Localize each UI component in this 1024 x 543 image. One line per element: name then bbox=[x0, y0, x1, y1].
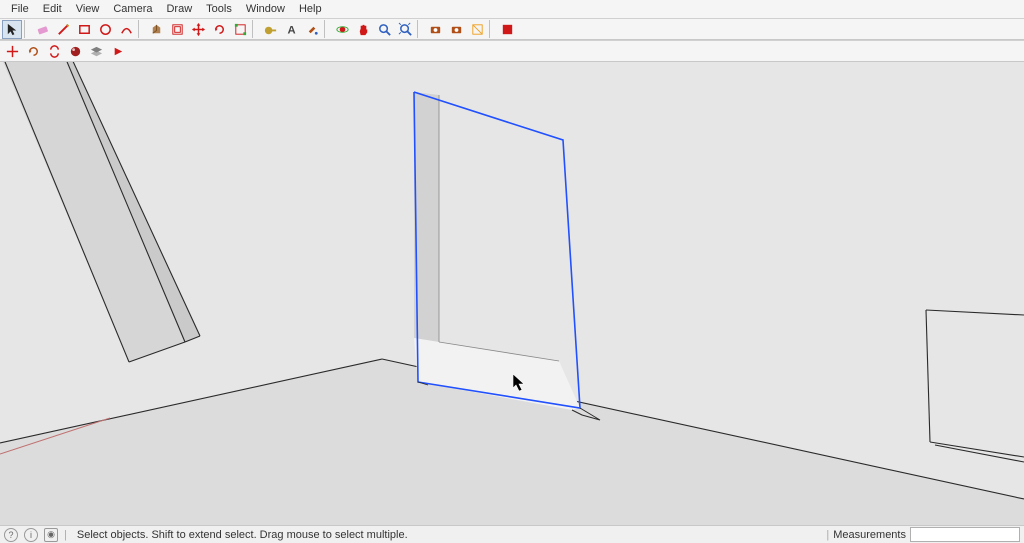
rotate-plugin[interactable] bbox=[23, 42, 43, 61]
toolbar-separator bbox=[252, 20, 258, 38]
status-hint: Select objects. Shift to extend select. … bbox=[77, 529, 408, 541]
tape-tool-icon bbox=[263, 22, 278, 37]
camera-previous[interactable] bbox=[425, 20, 445, 39]
rectangle-tool[interactable] bbox=[74, 20, 94, 39]
sync-tool[interactable] bbox=[44, 42, 64, 61]
animate-tool[interactable] bbox=[107, 42, 127, 61]
pushpull-tool[interactable] bbox=[146, 20, 166, 39]
secondary-toolbar bbox=[0, 40, 1024, 62]
camera-next[interactable] bbox=[446, 20, 466, 39]
tape-tool[interactable] bbox=[260, 20, 280, 39]
menu-camera[interactable]: Camera bbox=[106, 2, 159, 16]
main-toolbar: A bbox=[0, 18, 1024, 40]
section-tool-icon bbox=[470, 22, 485, 37]
pan-tool[interactable] bbox=[353, 20, 373, 39]
arc-tool[interactable] bbox=[116, 20, 136, 39]
text-tool[interactable]: A bbox=[281, 20, 301, 39]
eraser-tool[interactable] bbox=[32, 20, 52, 39]
plugin-tool[interactable] bbox=[497, 20, 517, 39]
menu-draw[interactable]: Draw bbox=[159, 2, 199, 16]
rotate-plugin-icon bbox=[26, 44, 41, 59]
toolbar-separator bbox=[138, 20, 144, 38]
menu-edit[interactable]: Edit bbox=[36, 2, 69, 16]
info-icon[interactable]: i bbox=[24, 528, 38, 542]
scale-tool[interactable] bbox=[230, 20, 250, 39]
circle-tool-icon bbox=[98, 22, 113, 37]
viewport-3d[interactable]: TripleClick www.designerhacks.com bbox=[0, 62, 1024, 525]
eraser-tool-icon bbox=[35, 22, 50, 37]
align-tool-icon bbox=[5, 44, 20, 59]
camera-next-icon bbox=[449, 22, 464, 37]
model-canvas bbox=[0, 62, 1024, 525]
offset-tool[interactable] bbox=[167, 20, 187, 39]
menu-bar: File Edit View Camera Draw Tools Window … bbox=[0, 0, 1024, 18]
scale-tool-icon bbox=[233, 22, 248, 37]
rectangle-tool-icon bbox=[77, 22, 92, 37]
status-right: | Measurements bbox=[826, 527, 1020, 542]
rotate-tool[interactable] bbox=[209, 20, 229, 39]
help-icon[interactable]: ? bbox=[4, 528, 18, 542]
toolbar-separator bbox=[417, 20, 423, 38]
layers-tool-icon bbox=[89, 44, 104, 59]
rotate-tool-icon bbox=[212, 22, 227, 37]
toolbar-separator bbox=[24, 20, 30, 38]
menu-view[interactable]: View bbox=[69, 2, 107, 16]
toolbar-separator bbox=[489, 20, 495, 38]
move-tool[interactable] bbox=[188, 20, 208, 39]
render-tool[interactable] bbox=[65, 42, 85, 61]
pencil-tool-icon bbox=[56, 22, 71, 37]
text-tool-icon: A bbox=[284, 22, 299, 37]
sync-tool-icon bbox=[47, 44, 62, 59]
zoom-tool-icon bbox=[377, 22, 392, 37]
render-tool-icon bbox=[68, 44, 83, 59]
measurements-label: Measurements bbox=[833, 529, 906, 541]
arc-tool-icon bbox=[119, 22, 134, 37]
plugin-tool-icon bbox=[500, 22, 515, 37]
orbit-tool[interactable] bbox=[332, 20, 352, 39]
animate-tool-icon bbox=[110, 44, 125, 59]
toolbar-separator bbox=[324, 20, 330, 38]
georef-icon[interactable]: ◉ bbox=[44, 528, 58, 542]
orbit-tool-icon bbox=[335, 22, 350, 37]
select-tool-icon bbox=[5, 22, 20, 37]
layers-tool[interactable] bbox=[86, 42, 106, 61]
menu-window[interactable]: Window bbox=[239, 2, 292, 16]
paint-tool[interactable] bbox=[302, 20, 322, 39]
menu-tools[interactable]: Tools bbox=[199, 2, 239, 16]
select-tool[interactable] bbox=[2, 20, 22, 39]
svg-text:A: A bbox=[287, 24, 295, 36]
move-tool-icon bbox=[191, 22, 206, 37]
camera-previous-icon bbox=[428, 22, 443, 37]
zoom-tool[interactable] bbox=[374, 20, 394, 39]
section-tool[interactable] bbox=[467, 20, 487, 39]
offset-tool-icon bbox=[170, 22, 185, 37]
pencil-tool[interactable] bbox=[53, 20, 73, 39]
menu-help[interactable]: Help bbox=[292, 2, 329, 16]
zoom-extents-tool-icon bbox=[398, 22, 413, 37]
pushpull-tool-icon bbox=[149, 22, 164, 37]
paint-tool-icon bbox=[305, 22, 320, 37]
menu-file[interactable]: File bbox=[4, 2, 36, 16]
circle-tool[interactable] bbox=[95, 20, 115, 39]
pan-tool-icon bbox=[356, 22, 371, 37]
status-bar: ? i ◉ | Select objects. Shift to extend … bbox=[0, 525, 1024, 543]
zoom-extents-tool[interactable] bbox=[395, 20, 415, 39]
align-tool[interactable] bbox=[2, 42, 22, 61]
status-left: ? i ◉ | Select objects. Shift to extend … bbox=[4, 528, 408, 542]
measurements-input[interactable] bbox=[910, 527, 1020, 542]
